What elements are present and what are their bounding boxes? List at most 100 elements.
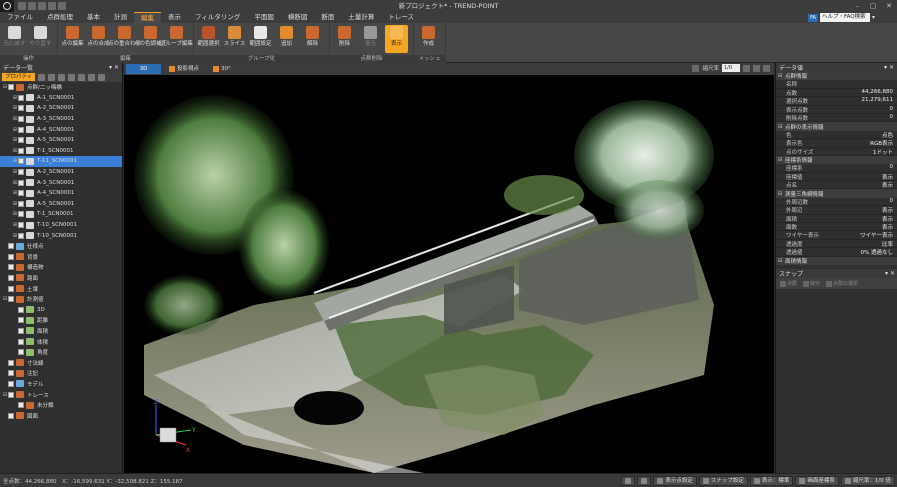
visibility-checkbox[interactable] — [8, 285, 14, 292]
pin-icon[interactable]: ▾ ✕ — [884, 64, 894, 71]
visibility-checkbox[interactable] — [18, 116, 24, 123]
visibility-checkbox[interactable] — [18, 317, 24, 324]
minimize-button[interactable]: – — [849, 0, 865, 12]
visibility-checkbox[interactable] — [18, 200, 24, 207]
ribbon-button[interactable]: 解除 — [301, 25, 324, 53]
ribbon-button[interactable]: 点の重合わせ — [108, 25, 141, 53]
tree-item[interactable]: ⊞ T-11_SCN0001 — [0, 156, 122, 167]
ribbon-button[interactable]: 作成 — [417, 25, 440, 53]
visibility-checkbox[interactable] — [18, 179, 24, 186]
menu-tab[interactable]: フィルタリング — [188, 12, 247, 23]
fit-icon[interactable] — [743, 64, 750, 72]
tree-item[interactable]: 注記 — [0, 368, 122, 379]
chevron-down-icon[interactable]: ▾ — [872, 14, 875, 21]
menu-tab[interactable]: ファイル — [0, 12, 40, 23]
menu-tab[interactable]: 表示 — [161, 12, 188, 23]
tree-item[interactable]: ⊟ トレース — [0, 389, 122, 400]
visibility-checkbox[interactable] — [18, 94, 24, 101]
status-button[interactable]: 画面座標系 — [795, 476, 839, 486]
property-row[interactable]: 点のサイズ 1ドット — [776, 148, 897, 156]
snap-tool-button[interactable]: 点群 — [780, 280, 797, 287]
close-button[interactable]: ✕ — [881, 0, 897, 12]
visibility-checkbox[interactable] — [18, 232, 24, 239]
help-search[interactable]: FA ヘルプ・FAQ検索 ▾ — [808, 13, 875, 22]
property-value[interactable]: 1ドット — [832, 148, 897, 155]
tree-item[interactable]: 背景 — [0, 252, 122, 263]
tree-item[interactable]: ⊞ A-4_SCN0001 — [0, 188, 122, 199]
visibility-checkbox[interactable] — [8, 359, 14, 366]
visibility-checkbox[interactable] — [18, 190, 24, 197]
visibility-checkbox[interactable] — [18, 126, 24, 133]
property-section[interactable]: ⊟ 点群の表示情報 — [776, 122, 897, 131]
visibility-checkbox[interactable] — [8, 412, 14, 419]
visibility-checkbox[interactable] — [8, 84, 14, 91]
snap-tool-button[interactable]: 線分 — [803, 280, 820, 287]
down-icon[interactable] — [78, 73, 86, 81]
viewport-tab[interactable]: 3D — [126, 64, 161, 74]
tree-item[interactable]: ⊞ A-1_SCN0001 — [0, 93, 122, 104]
menu-tab[interactable]: トレース — [381, 12, 421, 23]
property-row[interactable]: 面積 表示 — [776, 215, 897, 224]
property-value[interactable]: 44,266,880 — [832, 89, 897, 96]
property-row[interactable]: 透過度 比率 — [776, 240, 897, 249]
collapse-icon[interactable]: ⊟ — [778, 258, 785, 264]
ribbon-button[interactable]: 復元 — [359, 25, 382, 53]
property-row[interactable]: 外周辺数 0 — [776, 198, 897, 207]
tree-item[interactable]: 図面 — [0, 410, 122, 421]
property-value[interactable]: 21,279,611 — [832, 97, 897, 104]
ribbon-button[interactable]: 範囲選択 — [197, 25, 220, 53]
property-value[interactable]: 表示 — [832, 181, 897, 188]
visibility-checkbox[interactable] — [18, 222, 24, 229]
menu-tab[interactable]: 横断図 — [281, 12, 315, 23]
viewport-tab[interactable]: 30° — [207, 64, 237, 74]
pin-icon[interactable]: ▾ ✕ — [885, 270, 895, 277]
collapse-icon[interactable]: ⊟ — [778, 157, 785, 163]
property-row[interactable]: 選択点数 21,279,611 — [776, 97, 897, 106]
menu-tab[interactable]: 計測 — [107, 12, 134, 23]
property-value[interactable]: 0 — [832, 198, 897, 205]
property-value[interactable]: 表示 — [832, 223, 897, 230]
tree-item[interactable]: 距離 — [0, 315, 122, 326]
visibility-checkbox[interactable] — [18, 169, 24, 176]
visibility-checkbox[interactable] — [18, 306, 24, 313]
status-button[interactable]: 縮尺率：1/0 倍 — [840, 476, 895, 486]
property-row[interactable]: 点数 44,266,880 — [776, 89, 897, 98]
collapse-icon[interactable]: ⊟ — [778, 191, 785, 197]
snap-tool-button[interactable]: 点群の選択 — [826, 280, 858, 287]
visibility-checkbox[interactable] — [18, 211, 24, 218]
point-cloud-scene[interactable]: Z X Y — [124, 75, 774, 473]
pan-icon[interactable] — [763, 64, 770, 72]
tree-item[interactable]: ⊞ A-5_SCN0001 — [0, 135, 122, 146]
property-row[interactable]: 座標値 表示 — [776, 173, 897, 182]
status-button[interactable] — [637, 476, 652, 486]
visibility-checkbox[interactable] — [8, 253, 14, 260]
ribbon-button[interactable]: 点の編集 — [61, 25, 84, 53]
menu-tab[interactable]: 点群処理 — [40, 12, 80, 23]
viewport-tab[interactable]: 投影視点 — [163, 64, 205, 74]
property-row[interactable]: 表示点数 0 — [776, 106, 897, 114]
property-section[interactable]: ⊟ 座標系情報 — [776, 155, 897, 165]
tree-item[interactable]: ⊞ T-1_SCN0001 — [0, 209, 122, 220]
property-section[interactable]: ⊟ 点群情報 — [776, 72, 897, 81]
tree-item[interactable]: 仕様点 — [0, 241, 122, 252]
property-value[interactable]: RGB表示 — [832, 139, 897, 146]
property-value[interactable]: 0 — [832, 164, 897, 171]
visibility-checkbox[interactable] — [8, 370, 14, 377]
visibility-checkbox[interactable] — [18, 327, 24, 334]
visibility-checkbox[interactable] — [8, 274, 14, 281]
status-button[interactable]: 表示点設定 — [653, 476, 697, 486]
tree-item[interactable]: ⊞ A-4_SCN0001 — [0, 124, 122, 135]
status-button[interactable]: 表示：標準 — [749, 476, 794, 486]
property-tab[interactable]: プロパティ — [2, 73, 36, 81]
tree-item[interactable]: 3D — [0, 304, 122, 315]
collapse-icon[interactable]: ⊟ — [778, 73, 785, 79]
ribbon-button[interactable]: 表示 — [385, 25, 408, 53]
property-row[interactable]: 外周辺 表示 — [776, 206, 897, 215]
property-row[interactable]: ワイヤー表示 ワイヤー表示 — [776, 231, 897, 240]
visibility-checkbox[interactable] — [18, 349, 24, 356]
visibility-checkbox[interactable] — [18, 338, 24, 345]
property-section[interactable]: ⊟ 測量三角網情報 — [776, 189, 897, 198]
property-value[interactable]: 0 — [832, 106, 897, 113]
tree-item[interactable]: 角度 — [0, 347, 122, 358]
ribbon-button[interactable]: 削除 — [333, 25, 356, 53]
